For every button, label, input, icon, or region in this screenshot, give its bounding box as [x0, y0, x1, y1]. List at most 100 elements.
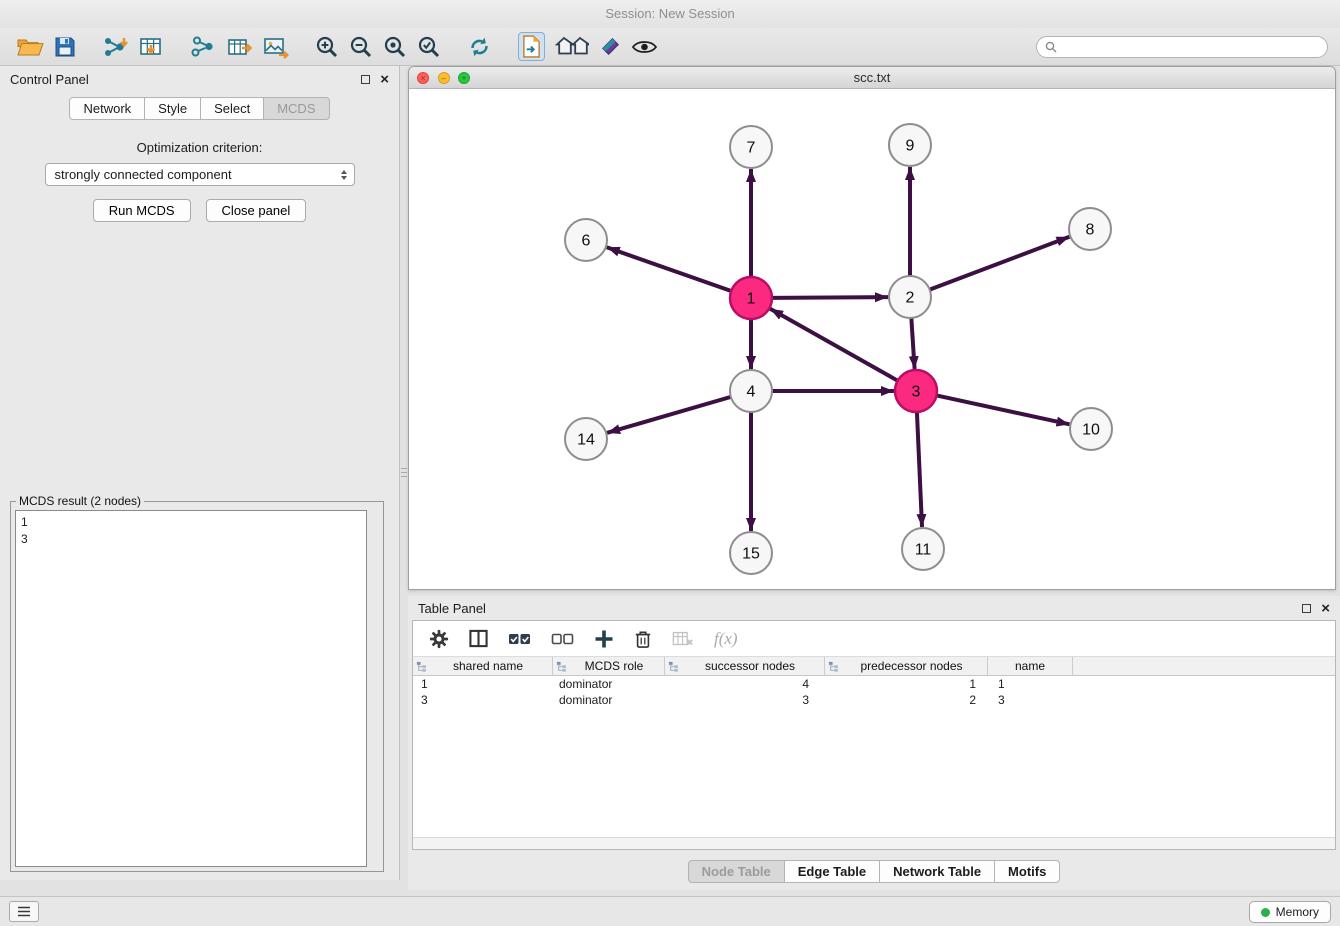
column-type-icon: [828, 661, 839, 672]
panel-splitter[interactable]: [401, 455, 407, 489]
deselect-all-icon[interactable]: [551, 632, 574, 646]
add-column-icon[interactable]: [594, 629, 614, 649]
import-network-icon[interactable]: [102, 35, 129, 59]
graph-node-1[interactable]: 1: [730, 277, 772, 319]
graph-node-9[interactable]: 9: [889, 124, 931, 166]
graph-node-2[interactable]: 2: [889, 276, 931, 318]
tab-mcds[interactable]: MCDS: [263, 97, 329, 120]
float-table-panel-icon[interactable]: [1302, 604, 1311, 613]
cell-mcds-role[interactable]: dominator: [553, 677, 665, 691]
close-panel-button[interactable]: Close panel: [206, 199, 307, 222]
graph-edge-1-6[interactable]: [607, 247, 731, 291]
close-window-button[interactable]: [417, 72, 429, 84]
run-mcds-button[interactable]: Run MCDS: [93, 199, 191, 222]
graph-node-11[interactable]: 11: [902, 528, 944, 570]
cell-name[interactable]: 1: [988, 677, 1073, 691]
graph-edge-1-2[interactable]: [772, 297, 888, 298]
cell-mcds-role[interactable]: dominator: [553, 693, 665, 707]
tab-select[interactable]: Select: [200, 97, 264, 120]
graph-node-6[interactable]: 6: [565, 219, 607, 261]
graph-edge-3-10[interactable]: [937, 395, 1070, 424]
graph-edge-2-8[interactable]: [930, 237, 1070, 290]
graph-node-14[interactable]: 14: [565, 418, 607, 460]
search-icon: [1045, 41, 1057, 53]
export-table-icon[interactable]: [227, 35, 253, 59]
zoom-selected-icon[interactable]: [417, 35, 441, 59]
column-type-icon: [416, 661, 427, 672]
save-icon[interactable]: [54, 36, 76, 58]
cell-name[interactable]: 3: [988, 693, 1073, 707]
selected-option: strongly connected component: [55, 167, 232, 182]
cell-predecessor-nodes[interactable]: 1: [825, 677, 988, 691]
function-builder-icon: f(x): [714, 629, 738, 649]
column-header-mcds-role[interactable]: MCDS role: [553, 657, 665, 675]
network-window-title: scc.txt: [854, 70, 891, 85]
zoom-out-icon[interactable]: [349, 35, 373, 59]
graph-node-8[interactable]: 8: [1069, 208, 1111, 250]
search-box[interactable]: [1036, 36, 1328, 58]
tab-style[interactable]: Style: [144, 97, 201, 120]
column-header-successor-nodes[interactable]: successor nodes: [665, 657, 825, 675]
cell-successor-nodes[interactable]: 3: [665, 693, 825, 707]
tab-node-table[interactable]: Node Table: [688, 860, 785, 883]
table-row[interactable]: 3 dominator 3 2 3: [413, 692, 1335, 708]
zoom-fit-icon[interactable]: [383, 35, 407, 59]
node-table-body: f(x) shared name MCDS role successor nod…: [412, 620, 1336, 850]
close-table-panel-icon[interactable]: ×: [1321, 601, 1330, 616]
graph-node-4[interactable]: 4: [730, 370, 772, 412]
zoom-in-icon[interactable]: [315, 35, 339, 59]
graph-node-15[interactable]: 15: [730, 532, 772, 574]
mcds-result-item[interactable]: 3: [21, 531, 361, 548]
export-document-button[interactable]: [518, 32, 545, 61]
column-header-shared-name[interactable]: shared name: [413, 657, 553, 675]
cell-predecessor-nodes[interactable]: 2: [825, 693, 988, 707]
window-title: Session: New Session: [605, 6, 734, 21]
graph-node-7[interactable]: 7: [730, 126, 772, 168]
optimization-criterion-select[interactable]: strongly connected component: [45, 163, 355, 186]
close-panel-icon[interactable]: ×: [380, 72, 389, 87]
graph-edge-4-14[interactable]: [607, 397, 731, 433]
cell-shared-name[interactable]: 1: [413, 677, 553, 691]
graph-edge-3-1[interactable]: [770, 309, 898, 381]
import-table-icon[interactable]: [139, 35, 164, 59]
select-all-icon[interactable]: [508, 632, 531, 646]
cell-shared-name[interactable]: 3: [413, 693, 553, 707]
horizontal-scrollbar[interactable]: [413, 837, 1335, 849]
column-header-predecessor-nodes[interactable]: predecessor nodes: [825, 657, 988, 675]
table-row[interactable]: 1 dominator 4 1 1: [413, 676, 1335, 692]
column-type-icon: [668, 661, 679, 672]
style-tag-icon[interactable]: [599, 35, 622, 58]
search-input[interactable]: [1062, 40, 1319, 54]
table-settings-icon[interactable]: [429, 629, 449, 649]
graph-edge-2-3[interactable]: [911, 318, 914, 369]
minimize-window-button[interactable]: [438, 72, 450, 84]
column-header-name[interactable]: name: [988, 657, 1073, 675]
float-panel-icon[interactable]: [361, 75, 370, 84]
mcds-result-item[interactable]: 1: [21, 514, 361, 531]
mcds-result-list[interactable]: 1 3: [15, 510, 367, 867]
graph-node-10[interactable]: 10: [1070, 408, 1112, 450]
refresh-icon[interactable]: [467, 35, 492, 59]
column-type-icon: [556, 661, 567, 672]
home-icon[interactable]: [555, 35, 589, 58]
graph-node-label: 11: [915, 542, 932, 559]
network-window-titlebar[interactable]: scc.txt: [409, 67, 1335, 89]
tab-edge-table[interactable]: Edge Table: [784, 860, 880, 883]
graph-edge-3-11[interactable]: [917, 412, 922, 527]
graph-node-3[interactable]: 3: [895, 370, 937, 412]
tab-network[interactable]: Network: [69, 97, 145, 120]
open-folder-icon[interactable]: [17, 35, 44, 58]
network-canvas[interactable]: 7 9 6 8 1 2 4 3 14 10 15 11: [409, 89, 1335, 589]
memory-button[interactable]: Memory: [1249, 901, 1331, 923]
zoom-window-button[interactable]: [458, 72, 470, 84]
network-view-icon[interactable]: [190, 35, 217, 59]
tab-motifs[interactable]: Motifs: [994, 860, 1060, 883]
cell-successor-nodes[interactable]: 4: [665, 677, 825, 691]
mcds-result-title: MCDS result (2 nodes): [16, 494, 144, 508]
export-image-icon[interactable]: [263, 35, 289, 59]
tab-network-table[interactable]: Network Table: [879, 860, 995, 883]
task-history-button[interactable]: [9, 901, 39, 922]
delete-column-icon[interactable]: [634, 628, 652, 650]
eye-icon[interactable]: [632, 39, 657, 55]
show-columns-icon[interactable]: [469, 629, 488, 648]
